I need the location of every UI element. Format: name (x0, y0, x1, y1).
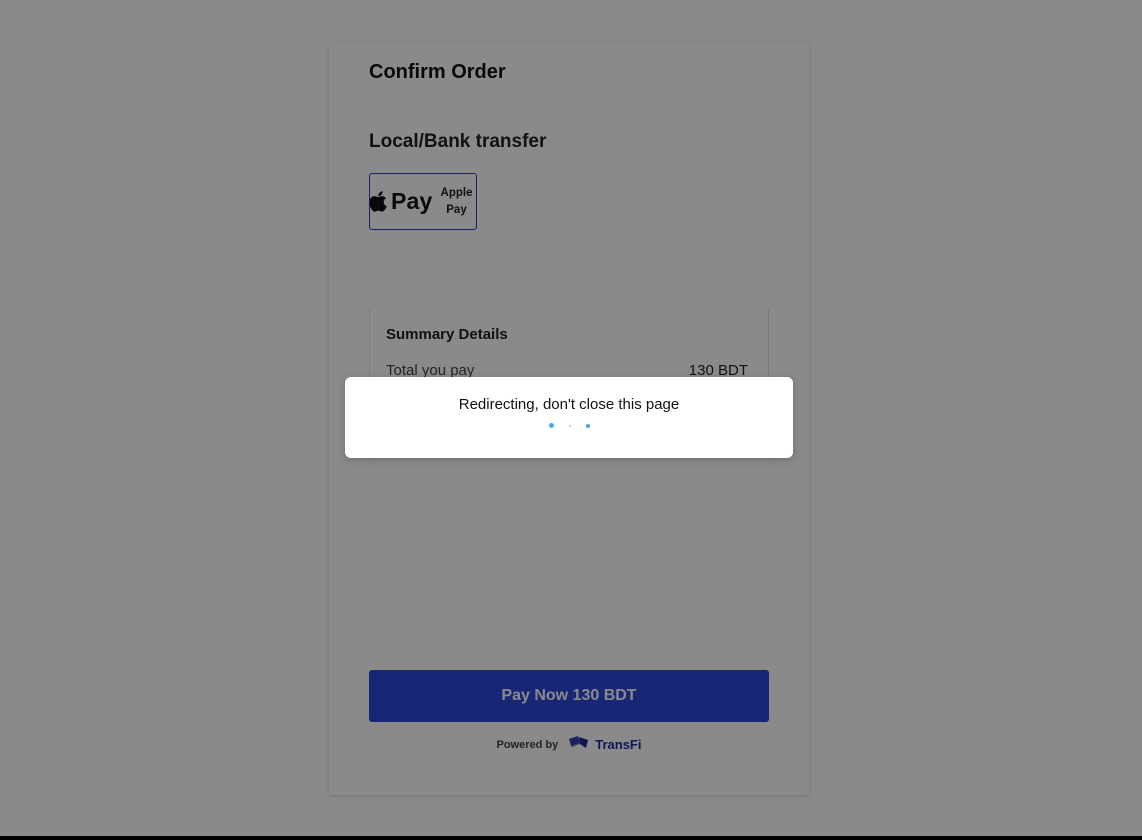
loading-dot (548, 423, 554, 428)
redirect-message: Redirecting, don't close this page (458, 396, 680, 413)
loading-dot (585, 423, 590, 428)
loading-dot (568, 424, 571, 427)
bottom-border (0, 836, 1142, 840)
redirect-modal: Redirecting, don't close this page (345, 377, 793, 458)
loading-dots-icon (345, 423, 793, 428)
